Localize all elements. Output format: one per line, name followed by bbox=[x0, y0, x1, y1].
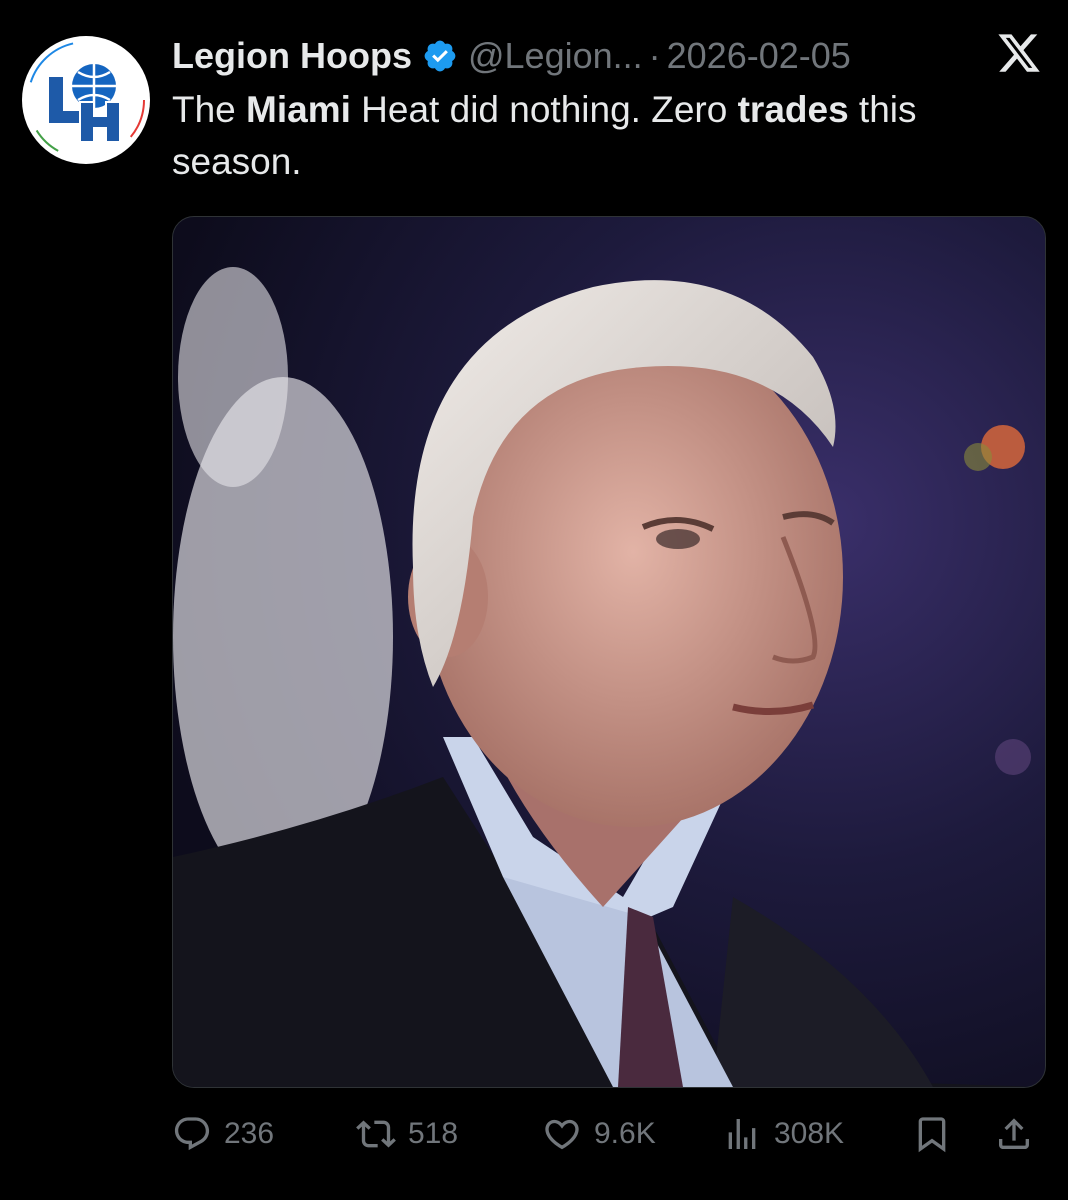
tweet-text-bold-segment: Miami bbox=[246, 89, 351, 130]
share-icon bbox=[999, 1118, 1029, 1149]
tweet-text-segment: Heat did nothing. Zero bbox=[350, 89, 738, 130]
tweet-date[interactable]: 2026-02-05 bbox=[667, 35, 851, 77]
verified-badge-icon bbox=[422, 38, 458, 74]
tweet-card[interactable]: Legion Hoops @Legion... · 2026-02-05 The… bbox=[0, 0, 1068, 1200]
heart-icon bbox=[545, 1119, 579, 1150]
display-name[interactable]: Legion Hoops bbox=[172, 35, 412, 77]
tweet-text: The Miami Heat did nothing. Zero trades … bbox=[172, 84, 1042, 188]
bookmark-icon bbox=[918, 1117, 946, 1153]
x-logo-icon bbox=[996, 30, 1042, 76]
tweet-text-bold-segment: trades bbox=[737, 89, 849, 130]
views-chart-icon bbox=[728, 1119, 756, 1149]
retweet-icon bbox=[356, 1120, 396, 1148]
views-button[interactable]: 308K bbox=[722, 1106, 844, 1162]
views-count: 308K bbox=[774, 1117, 845, 1150]
action-bar: 236 518 9.6K 308K bbox=[172, 1106, 1044, 1162]
retweet-count: 518 bbox=[408, 1117, 459, 1150]
retweet-button[interactable]: 518 bbox=[356, 1106, 458, 1162]
tweet-header: Legion Hoops @Legion... · 2026-02-05 bbox=[172, 26, 851, 86]
user-handle[interactable]: @Legion... bbox=[468, 35, 643, 77]
like-button[interactable]: 9.6K bbox=[542, 1106, 656, 1162]
reply-button[interactable]: 236 bbox=[172, 1106, 274, 1162]
tweet-media-photo[interactable] bbox=[172, 216, 1046, 1088]
like-count: 9.6K bbox=[594, 1117, 656, 1150]
reply-count: 236 bbox=[224, 1117, 275, 1150]
tweet-text-segment: The bbox=[172, 89, 247, 130]
share-button[interactable] bbox=[994, 1106, 1034, 1162]
separator-dot: · bbox=[648, 35, 661, 76]
avatar[interactable] bbox=[22, 36, 150, 164]
bookmark-button[interactable] bbox=[912, 1106, 952, 1162]
photo-image bbox=[173, 217, 1045, 1087]
legion-hoops-logo-icon bbox=[24, 38, 148, 162]
reply-icon bbox=[174, 1117, 210, 1151]
